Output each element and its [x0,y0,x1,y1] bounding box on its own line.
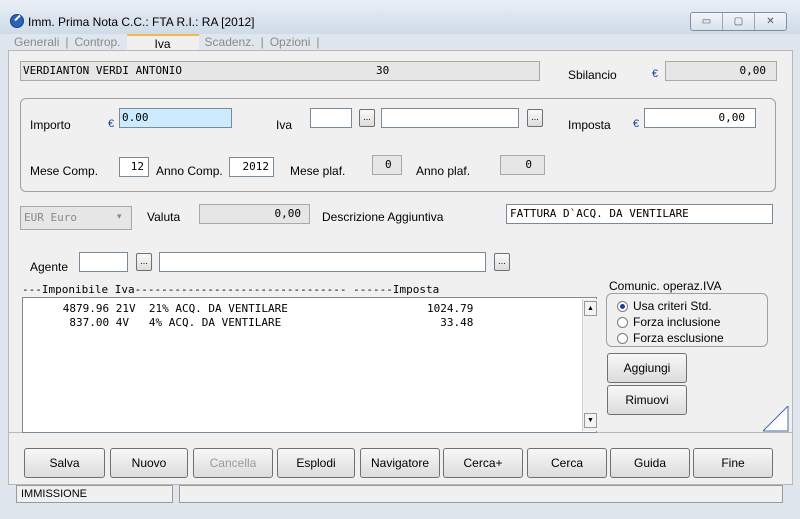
chevron-down-icon: ▾ [117,211,122,221]
sbilancio-value: 0,00 [739,64,767,77]
close-icon[interactable]: ✕ [755,13,786,30]
radio-usa-criteri[interactable]: Usa criteri Std. [617,299,712,313]
imposta-input[interactable]: 0,00 [644,108,756,128]
list-scrollbar[interactable]: ▲ ▼ [582,299,597,431]
iva-label: Iva [276,118,293,132]
iva-list-header: ---Imponibile Iva-----------------------… [22,283,440,296]
valuta-field: 0,00 [199,204,310,224]
customer-name-field: VERDIANTON VERDI ANTONIO 30 [20,61,540,81]
customer-code: 30 [376,64,390,77]
comunic-group: Usa criteri Std. Forza inclusione Forza … [606,293,768,347]
radio-icon[interactable] [617,316,628,328]
anno-plaf-field: 0 [500,155,545,175]
iva-lookup-button[interactable]: ... [359,109,375,127]
maximize-icon[interactable]: ▢ [723,13,755,30]
descrizione-aggiuntiva-label: Descrizione Aggiuntiva [322,210,444,224]
minimize-icon[interactable]: ▭ [691,13,723,30]
importo-input[interactable]: 0.00 [119,108,232,128]
imposta-label: Imposta [568,118,611,132]
esplodi-button[interactable]: Esplodi [277,448,355,478]
iva-desc-lookup-button[interactable]: ... [527,109,543,127]
iva-code-input[interactable] [310,108,352,128]
aggiungi-button[interactable]: Aggiungi [607,353,687,383]
anno-comp-input[interactable]: 2012 [229,157,274,177]
tab-scadenz[interactable]: Scadenz. [199,34,261,50]
status-message [179,485,783,503]
agente-label: Agente [30,260,69,274]
guida-button[interactable]: Guida [610,448,690,478]
mese-plaf-field: 0 [372,155,402,175]
resize-corner-icon[interactable] [763,406,789,432]
anno-comp-label: Anno Comp. [156,164,223,178]
euro-icon: € [633,118,640,130]
agente-name-lookup-button[interactable]: ... [494,253,510,271]
mese-plaf-label: Mese plaf. [290,164,346,178]
radio-icon[interactable] [617,332,628,344]
iva-list[interactable]: 4879.96 21V 21% ACQ. DA VENTILARE 1024.7… [22,297,597,433]
nuovo-button[interactable]: Nuovo [110,448,188,478]
euro-icon: € [652,68,659,80]
customer-name: VERDIANTON VERDI ANTONIO [23,64,182,77]
tab-controp[interactable]: Controp. [68,34,126,50]
agente-lookup-button[interactable]: ... [136,253,152,271]
rimuovi-button[interactable]: Rimuovi [607,385,687,415]
radio-icon[interactable] [617,300,628,312]
radio-forza-inclusione[interactable]: Forza inclusione [617,315,720,329]
sbilancio-field: 0,00 [665,61,777,81]
descrizione-aggiuntiva-input[interactable]: FATTURA D`ACQ. DA VENTILARE [506,204,773,224]
tab-iva[interactable]: Iva [126,34,199,51]
window-title: Imm. Prima Nota C.C.: FTA R.I.: RA [2012… [28,15,255,29]
window-controls: ▭ ▢ ✕ [690,12,787,31]
tab-bar: Generali | Controp. Iva Scadenz. | Opzio… [8,34,320,51]
agente-code-input[interactable] [79,252,128,272]
list-item[interactable]: 837.00 4V 4% ACQ. DA VENTILARE 33.48 [23,316,473,329]
currency-select[interactable]: EUR Euro ▾ [20,206,132,230]
agente-name-field[interactable] [159,252,486,272]
radio-forza-esclusione[interactable]: Forza esclusione [617,331,724,345]
salva-button[interactable]: Salva [24,448,105,478]
comunic-title: Comunic. operaz.IVA [609,279,722,293]
iva-desc-field[interactable] [381,108,519,128]
app-icon [10,14,24,28]
list-item[interactable]: 4879.96 21V 21% ACQ. DA VENTILARE 1024.7… [23,302,474,315]
euro-icon: € [108,118,115,130]
valuta-label: Valuta [147,210,181,224]
cancella-button[interactable]: Cancella [193,448,273,478]
scroll-up-icon[interactable]: ▲ [584,301,597,316]
tab-opzioni[interactable]: Opzioni [264,34,317,50]
navigatore-button[interactable]: Navigatore [360,448,440,478]
importo-value: 0.00 [122,111,149,124]
tab-separator: | [316,35,320,49]
fine-button[interactable]: Fine [693,448,773,478]
importo-label: Importo [30,118,71,132]
status-mode: IMMISSIONE [16,485,173,503]
mese-comp-label: Mese Comp. [30,164,99,178]
cerca-plus-button[interactable]: Cerca+ [443,448,523,478]
sbilancio-label: Sbilancio [568,68,617,82]
scroll-down-icon[interactable]: ▼ [584,413,597,428]
anno-plaf-label: Anno plaf. [416,164,471,178]
tab-generali[interactable]: Generali [8,34,65,50]
imposta-value: 0,00 [718,111,746,124]
mese-comp-input[interactable]: 12 [119,157,149,177]
cerca-button[interactable]: Cerca [527,448,607,478]
